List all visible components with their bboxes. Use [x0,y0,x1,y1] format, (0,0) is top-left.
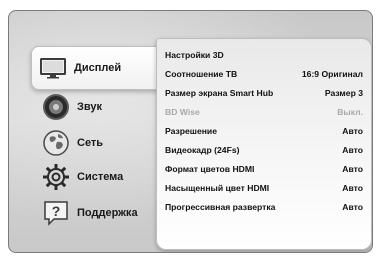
menu-item-label: Прогрессивная развертка [165,202,276,212]
menu-item-label: BD Wise [165,107,200,117]
menu-item-label: Размер экрана Smart Hub [165,88,274,98]
globe-icon [43,130,69,156]
sidebar-item-system[interactable]: Система [35,160,165,194]
menu-item-label: Насыщенный цвет HDMI [165,183,270,193]
menu-item-smart-hub-screen-size[interactable]: Размер экрана Smart Hub Размер 3 [165,84,363,102]
menu-item-value: Авто [342,145,363,155]
sidebar-item-display[interactable]: Дисплей [31,46,171,90]
menu-item-value: 16:9 Оригинал [301,69,363,79]
menu-item-hdmi-deep-color[interactable]: Насыщенный цвет HDMI Авто [165,179,363,197]
menu-item-resolution[interactable]: Разрешение Авто [165,122,363,140]
menu-item-value: Авто [342,202,363,212]
settings-window: Дисплей Звук Сеть Система ? Поддержка На… [8,10,373,253]
menu-item-hdmi-color-format[interactable]: Формат цветов HDMI Авто [165,160,363,178]
menu-item-3d-settings[interactable]: Настройки 3D [165,46,363,64]
menu-item-value: Размер 3 [324,88,363,98]
gear-icon [43,164,69,190]
sidebar-item-label: Сеть [77,137,104,149]
sidebar-item-label: Поддержка [77,207,138,219]
menu-item-value: Авто [342,183,363,193]
menu-item-value: Выкл. [337,107,363,117]
display-settings-panel: Настройки 3D Соотношение ТВ 16:9 Оригина… [156,38,372,250]
menu-item-label: Видеокадр (24Fs) [165,145,240,155]
svg-text:?: ? [52,203,61,219]
menu-item-tv-aspect-ratio[interactable]: Соотношение ТВ 16:9 Оригинал [165,65,363,83]
menu-item-label: Соотношение ТВ [165,69,238,79]
menu-item-bd-wise: BD Wise Выкл. [165,103,363,121]
speaker-icon [43,94,69,120]
help-icon: ? [44,201,68,226]
sidebar-item-network[interactable]: Сеть [35,126,165,160]
menu-item-label: Настройки 3D [165,50,224,60]
menu-item-progressive-mode[interactable]: Прогрессивная развертка Авто [165,198,363,216]
sidebar-item-label: Звук [77,101,103,113]
menu-item-value: Авто [342,164,363,174]
settings-sidebar: Дисплей Звук Сеть Система ? Поддержка [31,46,171,236]
sidebar-item-label: Система [77,171,124,183]
sidebar-item-support[interactable]: ? Поддержка [35,196,165,230]
menu-item-value: Авто [342,126,363,136]
menu-item-label: Формат цветов HDMI [165,164,255,174]
sidebar-item-label: Дисплей [74,62,122,74]
sidebar-item-sound[interactable]: Звук [35,90,165,124]
menu-item-movie-frame[interactable]: Видеокадр (24Fs) Авто [165,141,363,159]
menu-item-label: Разрешение [165,126,217,136]
display-icon [40,58,66,79]
